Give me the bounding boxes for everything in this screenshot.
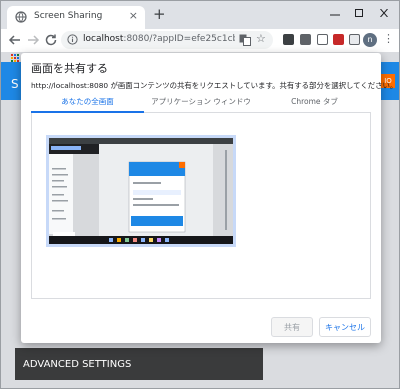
bookmark-star-icon[interactable]: ☆ (256, 32, 266, 45)
advanced-settings-label: ADVANCED SETTINGS (23, 359, 132, 370)
app-bar-letter: S (11, 77, 19, 91)
tab-chrome-tab[interactable]: Chrome タブ (258, 95, 371, 113)
share-screen-dialog: 画面を共有する http://localhost:8080 が画面コンテンツの共… (21, 53, 397, 343)
minimize-icon (330, 14, 340, 16)
extension-pdf-icon[interactable] (333, 34, 344, 45)
source-list (31, 113, 371, 299)
globe-icon (15, 11, 27, 23)
url-text: localhost:8080/?appID=efe25c1cbe32... (83, 34, 235, 44)
address-bar[interactable]: localhost:8080/?appID=efe25c1cbe32... ☆ (61, 31, 273, 49)
forward-arrow-icon[interactable] (25, 32, 41, 48)
extension-note-icon[interactable] (317, 34, 328, 45)
close-window-button[interactable] (372, 4, 396, 22)
maximize-icon (355, 9, 363, 17)
translate-icon[interactable] (239, 34, 251, 46)
advanced-settings-panel[interactable]: ADVANCED SETTINGS (15, 348, 263, 380)
tab-close-icon[interactable]: × (129, 10, 138, 22)
minimize-button[interactable] (323, 4, 347, 22)
screen-thumbnail[interactable] (46, 135, 236, 247)
share-button[interactable]: 共有 (271, 317, 313, 337)
browser-tab-screen-sharing[interactable]: Screen Sharing × (7, 6, 145, 29)
tab-application-window[interactable]: アプリケーション ウィンドウ (144, 95, 258, 113)
url-path: :8080/?appID=efe25c1cbe32... (123, 34, 235, 44)
source-tabs: あなたの全画面 アプリケーション ウィンドウ Chrome タブ (31, 95, 371, 113)
maximize-button[interactable] (347, 4, 371, 22)
dialog-title: 画面を共有する (31, 62, 108, 75)
profile-avatar[interactable]: n (363, 33, 377, 47)
apps-grid-icon[interactable] (11, 54, 19, 62)
back-arrow-icon[interactable] (7, 32, 23, 48)
info-icon[interactable] (67, 34, 78, 45)
browser-menu-icon[interactable]: ⋮ (383, 32, 394, 46)
tab-strip: Screen Sharing × + (1, 1, 399, 29)
screen-preview-image (49, 138, 233, 244)
close-icon (380, 9, 388, 17)
new-tab-button[interactable]: + (153, 6, 166, 22)
extension-v-icon[interactable] (300, 34, 311, 45)
extension-doc-icon[interactable] (349, 34, 360, 45)
extension-x-icon[interactable] (283, 34, 294, 45)
dialog-description: http://localhost:8080 が画面コンテンツの共有をリクエストし… (31, 81, 398, 90)
tab-title: Screen Sharing (34, 11, 103, 21)
url-host: localhost (83, 34, 124, 44)
browser-toolbar: localhost:8080/?appID=efe25c1cbe32... ☆ … (1, 29, 399, 52)
browser-window: Screen Sharing × + localhost:8080/?appID… (0, 0, 400, 389)
reload-icon[interactable] (43, 32, 59, 48)
cancel-button[interactable]: キャンセル (319, 317, 371, 337)
